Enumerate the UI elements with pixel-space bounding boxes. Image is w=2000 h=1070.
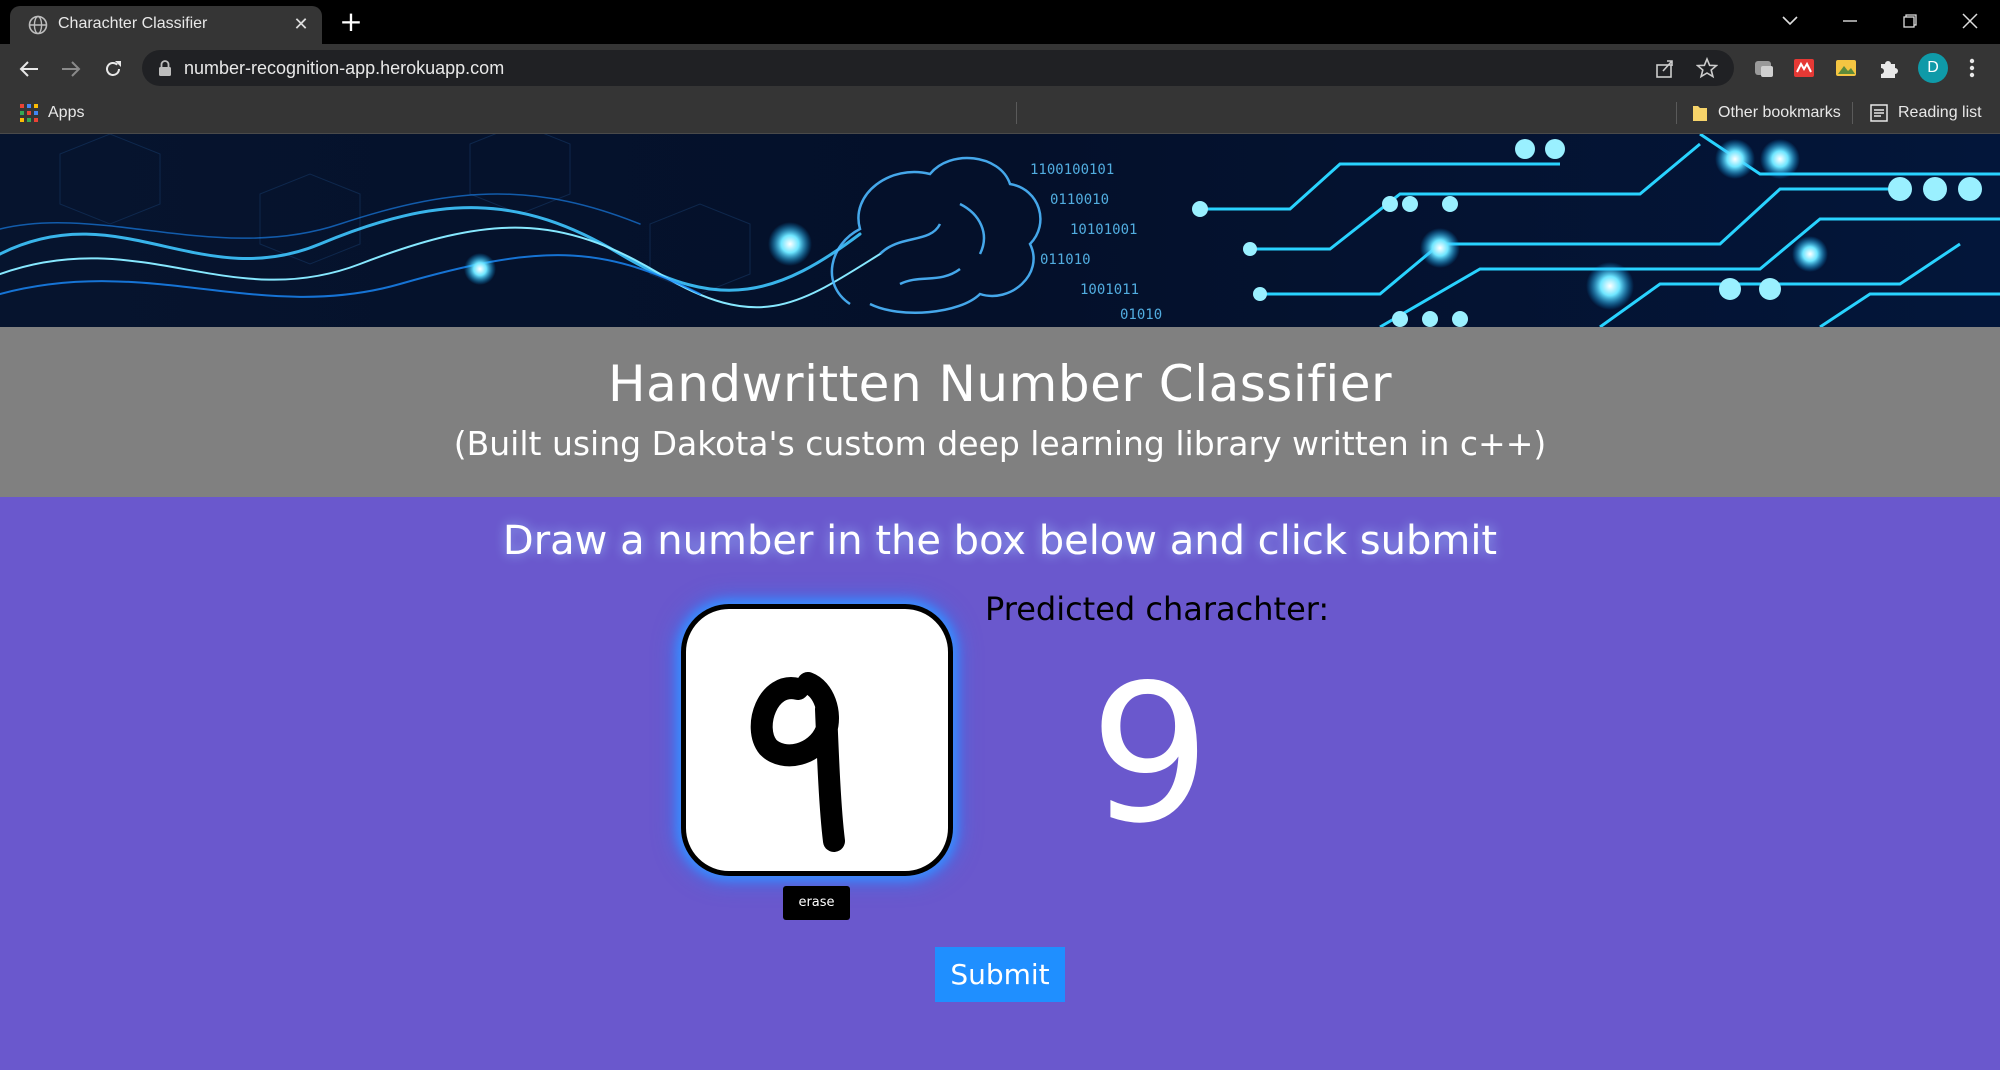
close-tab-icon[interactable]: ✕ <box>290 14 312 36</box>
extension-shield-icon[interactable] <box>1752 56 1776 80</box>
bookmark-other-label: Other bookmarks <box>1718 104 1841 121</box>
bookmark-reading-list-label: Reading list <box>1898 104 1982 121</box>
banner-artwork: 1100100101 0110010 10101001 011010 10010… <box>0 134 2000 327</box>
page-header: Handwritten Number Classifier (Built usi… <box>0 327 2000 497</box>
page-subtitle: (Built using Dakota's custom deep learni… <box>453 424 1547 463</box>
minimize-icon[interactable] <box>1828 4 1872 38</box>
reading-list-icon <box>1870 104 1888 122</box>
share-icon[interactable] <box>1654 57 1676 79</box>
predicted-label: Predicted charachter: <box>985 590 1330 628</box>
svg-text:01010: 01010 <box>1120 307 1162 323</box>
close-window-icon[interactable] <box>1948 4 1992 38</box>
page-title: Handwritten Number Classifier <box>607 355 1393 413</box>
svg-text:011010: 011010 <box>1040 252 1091 268</box>
svg-text:1100100101: 1100100101 <box>1030 162 1114 178</box>
handwritten-digit-drawing <box>750 672 845 852</box>
address-bar[interactable]: number-recognition-app.herokuapp.com <box>142 50 1734 86</box>
extension-red-icon[interactable] <box>1792 56 1816 80</box>
tab-search-icon[interactable] <box>1768 4 1812 38</box>
lock-icon <box>159 60 171 76</box>
globe-icon <box>28 15 48 35</box>
svg-text:1001011: 1001011 <box>1080 282 1139 298</box>
new-tab-button[interactable]: + <box>336 8 366 38</box>
bookmark-divider <box>1676 102 1677 124</box>
apps-grid-icon <box>20 104 38 122</box>
browser-titlebar: Charachter Classifier ✕ + <box>0 0 2000 44</box>
bookmark-apps[interactable]: Apps <box>20 100 84 126</box>
menu-kebab-icon[interactable] <box>1960 56 1984 80</box>
bookmark-star-icon[interactable] <box>1696 57 1718 79</box>
bookmarks-bar: Apps Other bookmarks Reading list <box>0 92 2000 134</box>
back-arrow-icon[interactable] <box>14 54 44 84</box>
browser-tab[interactable]: Charachter Classifier ✕ <box>10 6 322 44</box>
tab-title: Charachter Classifier <box>58 15 208 32</box>
predicted-value: 9 <box>1089 644 1211 865</box>
erase-button[interactable]: erase <box>783 886 850 920</box>
instructions-text: Draw a number in the box below and click… <box>502 518 1498 564</box>
submit-button[interactable]: Submit <box>935 947 1065 1002</box>
restore-icon[interactable] <box>1888 4 1932 38</box>
folder-icon <box>1693 106 1707 121</box>
extensions-puzzle-icon[interactable] <box>1876 56 1900 80</box>
bookmark-apps-label: Apps <box>48 104 85 121</box>
extension-image-icon[interactable] <box>1834 56 1858 80</box>
circuit-brain-banner: 1100100101 0110010 10101001 011010 10010… <box>0 134 2000 327</box>
forward-arrow-icon[interactable] <box>56 54 86 84</box>
url-text: number-recognition-app.herokuapp.com <box>184 58 505 78</box>
svg-text:10101001: 10101001 <box>1070 222 1137 238</box>
drawing-canvas[interactable] <box>681 604 953 876</box>
svg-text:0110010: 0110010 <box>1050 192 1109 208</box>
profile-avatar[interactable]: D <box>1918 53 1948 83</box>
browser-toolbar: number-recognition-app.herokuapp.com D <box>0 44 2000 92</box>
bookmark-other[interactable]: Other bookmarks <box>1692 100 1841 126</box>
bookmark-divider <box>1016 102 1017 124</box>
bookmark-reading-list[interactable]: Reading list <box>1870 100 1982 126</box>
bookmark-divider <box>1852 102 1853 124</box>
reload-icon[interactable] <box>98 54 128 84</box>
